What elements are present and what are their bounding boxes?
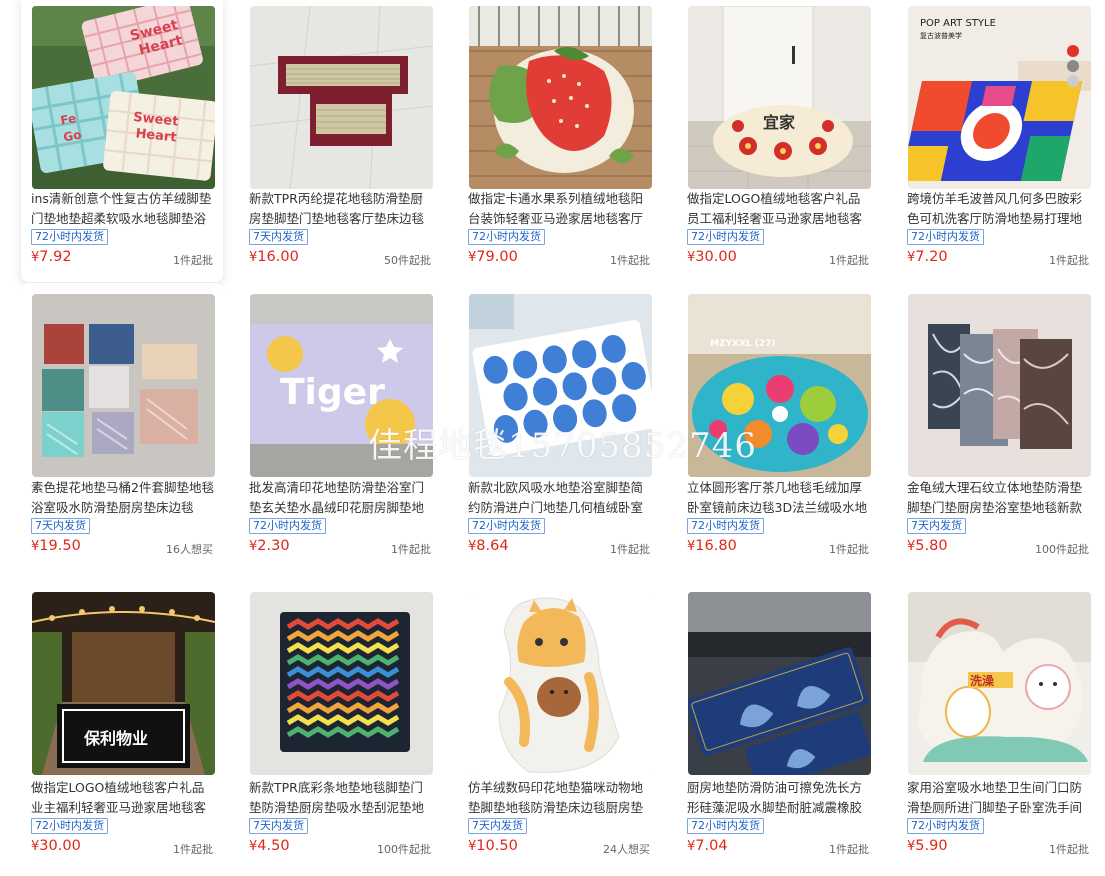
product-price: ¥8.64 xyxy=(468,538,509,554)
svg-text:Fe: Fe xyxy=(59,111,77,128)
product-image[interactable]: 宜家 xyxy=(688,6,871,189)
product-card[interactable]: 新款TPR丙纶提花地毯防滑垫厨房垫脚垫门垫地毯客厅垫床边毯 7天内发货 ¥16.… xyxy=(239,0,441,282)
product-image[interactable] xyxy=(32,294,215,477)
shipping-badge: 72小时内发货 xyxy=(468,229,545,245)
product-card[interactable]: POP ART STYLE 复古波普美学 跨境仿羊毛波普风几何多巴胺彩色可机洗客… xyxy=(897,0,1099,282)
product-title[interactable]: 做指定卡通水果系列植绒地毯阳台装饰轻奢亚马逊家居地毯客厅 xyxy=(468,189,653,229)
product-title[interactable]: 立体圆形客厅茶几地毯毛绒加厚卧室镜前床边毯3D法兰绒吸水地垫 xyxy=(687,478,872,518)
product-price: ¥7.92 xyxy=(31,249,72,265)
svg-text:POP ART STYLE: POP ART STYLE xyxy=(920,18,996,29)
product-price: ¥79.00 xyxy=(468,249,518,265)
product-card[interactable]: Sweet Heart Fe Go Sweet Heart ins清新创意个性复… xyxy=(21,0,223,282)
product-title[interactable]: ins清新创意个性复古仿羊绒脚垫门垫地垫超柔软吸水地毯脚垫浴室 xyxy=(31,189,216,229)
product-card[interactable]: 金龟绒大理石纹立体地垫防滑垫脚垫门垫厨房垫浴室垫地毯新款 7天内发货 ¥5.80… xyxy=(897,283,1099,571)
product-card[interactable]: MZYXXL (27) 立体圆形客厅茶几地毯毛绒加厚卧室镜前床边毯3D法兰绒吸水… xyxy=(677,283,879,571)
product-title[interactable]: 金龟绒大理石纹立体地垫防滑垫脚垫门垫厨房垫浴室垫地毯新款 xyxy=(907,478,1092,518)
shipping-badge: 7天内发货 xyxy=(31,518,90,534)
product-title[interactable]: 跨境仿羊毛波普风几何多巴胺彩色可机洗客厅防滑地垫易打理地毯 xyxy=(907,189,1092,229)
shipping-badge: 72小时内发货 xyxy=(907,818,984,834)
product-image[interactable]: POP ART STYLE 复古波普美学 xyxy=(908,6,1091,189)
product-price: ¥10.50 xyxy=(468,838,518,854)
product-price: ¥16.00 xyxy=(249,249,299,265)
product-title[interactable]: 做指定LOGO植绒地毯客户礼品员工福利轻奢亚马逊家居地毯客厅 xyxy=(687,189,872,229)
product-title[interactable]: 素色提花地垫马桶2件套脚垫地毯浴室吸水防滑垫厨房垫床边毯 xyxy=(31,478,216,518)
min-order: 50件起批 xyxy=(384,254,431,267)
shipping-badge: 72小时内发货 xyxy=(31,229,108,245)
product-image[interactable] xyxy=(250,6,433,189)
min-order: 16人想买 xyxy=(166,543,213,556)
product-price: ¥19.50 xyxy=(31,538,81,554)
product-image[interactable] xyxy=(250,592,433,775)
shipping-badge: 72小时内发货 xyxy=(907,229,984,245)
product-title[interactable]: 批发高清印花地垫防滑垫浴室门垫玄关垫水晶绒印花厨房脚垫地毯 xyxy=(249,478,434,518)
product-title[interactable]: 家用浴室吸水地垫卫生间门口防滑垫厕所进门脚垫子卧室洗手间 xyxy=(907,778,1092,818)
product-image[interactable] xyxy=(469,592,652,775)
svg-text:复古波普美学: 复古波普美学 xyxy=(920,31,962,40)
min-order: 1件起批 xyxy=(173,843,213,856)
product-title[interactable]: 厨房地垫防滑防油可擦免洗长方形硅藻泥吸水脚垫耐脏减震橡胶 xyxy=(687,778,872,818)
product-image[interactable] xyxy=(688,592,871,775)
product-card[interactable]: 做指定卡通水果系列植绒地毯阳台装饰轻奢亚马逊家居地毯客厅 72小时内发货 ¥79… xyxy=(458,0,660,282)
product-title[interactable]: 仿羊绒数码印花地垫猫咪动物地垫脚垫地毯防滑垫床边毯厨房垫 xyxy=(468,778,653,818)
shipping-badge: 7天内发货 xyxy=(249,818,308,834)
product-price: ¥7.20 xyxy=(907,249,948,265)
min-order: 1件起批 xyxy=(610,254,650,267)
shipping-badge: 72小时内发货 xyxy=(687,818,764,834)
shipping-badge: 72小时内发货 xyxy=(249,518,326,534)
shipping-badge: 7天内发货 xyxy=(468,818,527,834)
min-order: 1件起批 xyxy=(173,254,213,267)
product-card[interactable]: 新款北欧风吸水地垫浴室脚垫简约防滑进户门地垫几何植绒卧室 72小时内发货 ¥8.… xyxy=(458,283,660,571)
min-order: 1件起批 xyxy=(391,543,431,556)
product-image[interactable] xyxy=(469,294,652,477)
product-title[interactable]: 新款北欧风吸水地垫浴室脚垫简约防滑进户门地垫几何植绒卧室 xyxy=(468,478,653,518)
product-title[interactable]: 新款TPR底彩条地垫地毯脚垫门垫防滑垫厨房垫吸水垫刮泥垫地毯 xyxy=(249,778,434,818)
svg-text:保利物业: 保利物业 xyxy=(83,729,148,748)
product-title[interactable]: 做指定LOGO植绒地毯客户礼品业主福利轻奢亚马逊家居地毯客厅 xyxy=(31,778,216,818)
min-order: 1件起批 xyxy=(610,543,650,556)
shipping-badge: 72小时内发货 xyxy=(31,818,108,834)
min-order: 24人想买 xyxy=(603,843,650,856)
product-price: ¥5.90 xyxy=(907,838,948,854)
svg-text:洗澡: 洗澡 xyxy=(970,673,995,688)
shipping-badge: 72小时内发货 xyxy=(687,229,764,245)
product-price: ¥16.80 xyxy=(687,538,737,554)
product-card[interactable]: 宜家 做指定LOGO植绒地毯客户礼品员工福利轻奢亚马逊家居地毯客厅 72小时内发… xyxy=(677,0,879,282)
min-order: 1件起批 xyxy=(829,543,869,556)
product-title[interactable]: 新款TPR丙纶提花地毯防滑垫厨房垫脚垫门垫地毯客厅垫床边毯 xyxy=(249,189,434,229)
svg-text:宜家: 宜家 xyxy=(763,113,796,132)
product-price: ¥5.80 xyxy=(907,538,948,554)
min-order: 1件起批 xyxy=(829,254,869,267)
product-price: ¥7.04 xyxy=(687,838,728,854)
min-order: 1件起批 xyxy=(1049,843,1089,856)
product-image[interactable] xyxy=(908,294,1091,477)
product-image[interactable]: 洗澡 xyxy=(908,592,1091,775)
product-price: ¥2.30 xyxy=(249,538,290,554)
shipping-badge: 72小时内发货 xyxy=(468,518,545,534)
min-order: 100件起批 xyxy=(377,843,431,856)
svg-text:MZYXXL (27): MZYXXL (27) xyxy=(710,339,776,349)
product-card[interactable]: Tiger 批发高清印花地垫防滑垫浴室门垫玄关垫水晶绒印花厨房脚垫地毯 72小时… xyxy=(239,283,441,571)
product-card[interactable]: 素色提花地垫马桶2件套脚垫地毯浴室吸水防滑垫厨房垫床边毯 7天内发货 ¥19.5… xyxy=(21,283,223,571)
svg-text:Tiger: Tiger xyxy=(280,372,385,413)
product-image[interactable]: MZYXXL (27) xyxy=(688,294,871,477)
product-image[interactable]: Tiger xyxy=(250,294,433,477)
min-order: 1件起批 xyxy=(829,843,869,856)
product-price: ¥30.00 xyxy=(687,249,737,265)
product-price: ¥4.50 xyxy=(249,838,290,854)
product-grid: Sweet Heart Fe Go Sweet Heart ins清新创意个性复… xyxy=(0,0,1105,876)
product-card[interactable]: 新款TPR底彩条地垫地毯脚垫门垫防滑垫厨房垫吸水垫刮泥垫地毯 7天内发货 ¥4.… xyxy=(239,581,441,869)
product-card[interactable]: 保利物业 做指定LOGO植绒地毯客户礼品业主福利轻奢亚马逊家居地毯客厅 72小时… xyxy=(21,581,223,869)
shipping-badge: 7天内发货 xyxy=(907,518,966,534)
product-image[interactable] xyxy=(469,6,652,189)
product-price: ¥30.00 xyxy=(31,838,81,854)
shipping-badge: 72小时内发货 xyxy=(687,518,764,534)
product-card[interactable]: 仿羊绒数码印花地垫猫咪动物地垫脚垫地毯防滑垫床边毯厨房垫 7天内发货 ¥10.5… xyxy=(458,581,660,869)
shipping-badge: 7天内发货 xyxy=(249,229,308,245)
min-order: 100件起批 xyxy=(1035,543,1089,556)
product-card[interactable]: 厨房地垫防滑防油可擦免洗长方形硅藻泥吸水脚垫耐脏减震橡胶 72小时内发货 ¥7.… xyxy=(677,581,879,869)
product-image[interactable]: Sweet Heart Fe Go Sweet Heart xyxy=(32,6,215,189)
min-order: 1件起批 xyxy=(1049,254,1089,267)
product-image[interactable]: 保利物业 xyxy=(32,592,215,775)
product-card[interactable]: 洗澡 家用浴室吸水地垫卫生间门口防滑垫厕所进门脚垫子卧室洗手间 72小时内发货 … xyxy=(897,581,1099,869)
